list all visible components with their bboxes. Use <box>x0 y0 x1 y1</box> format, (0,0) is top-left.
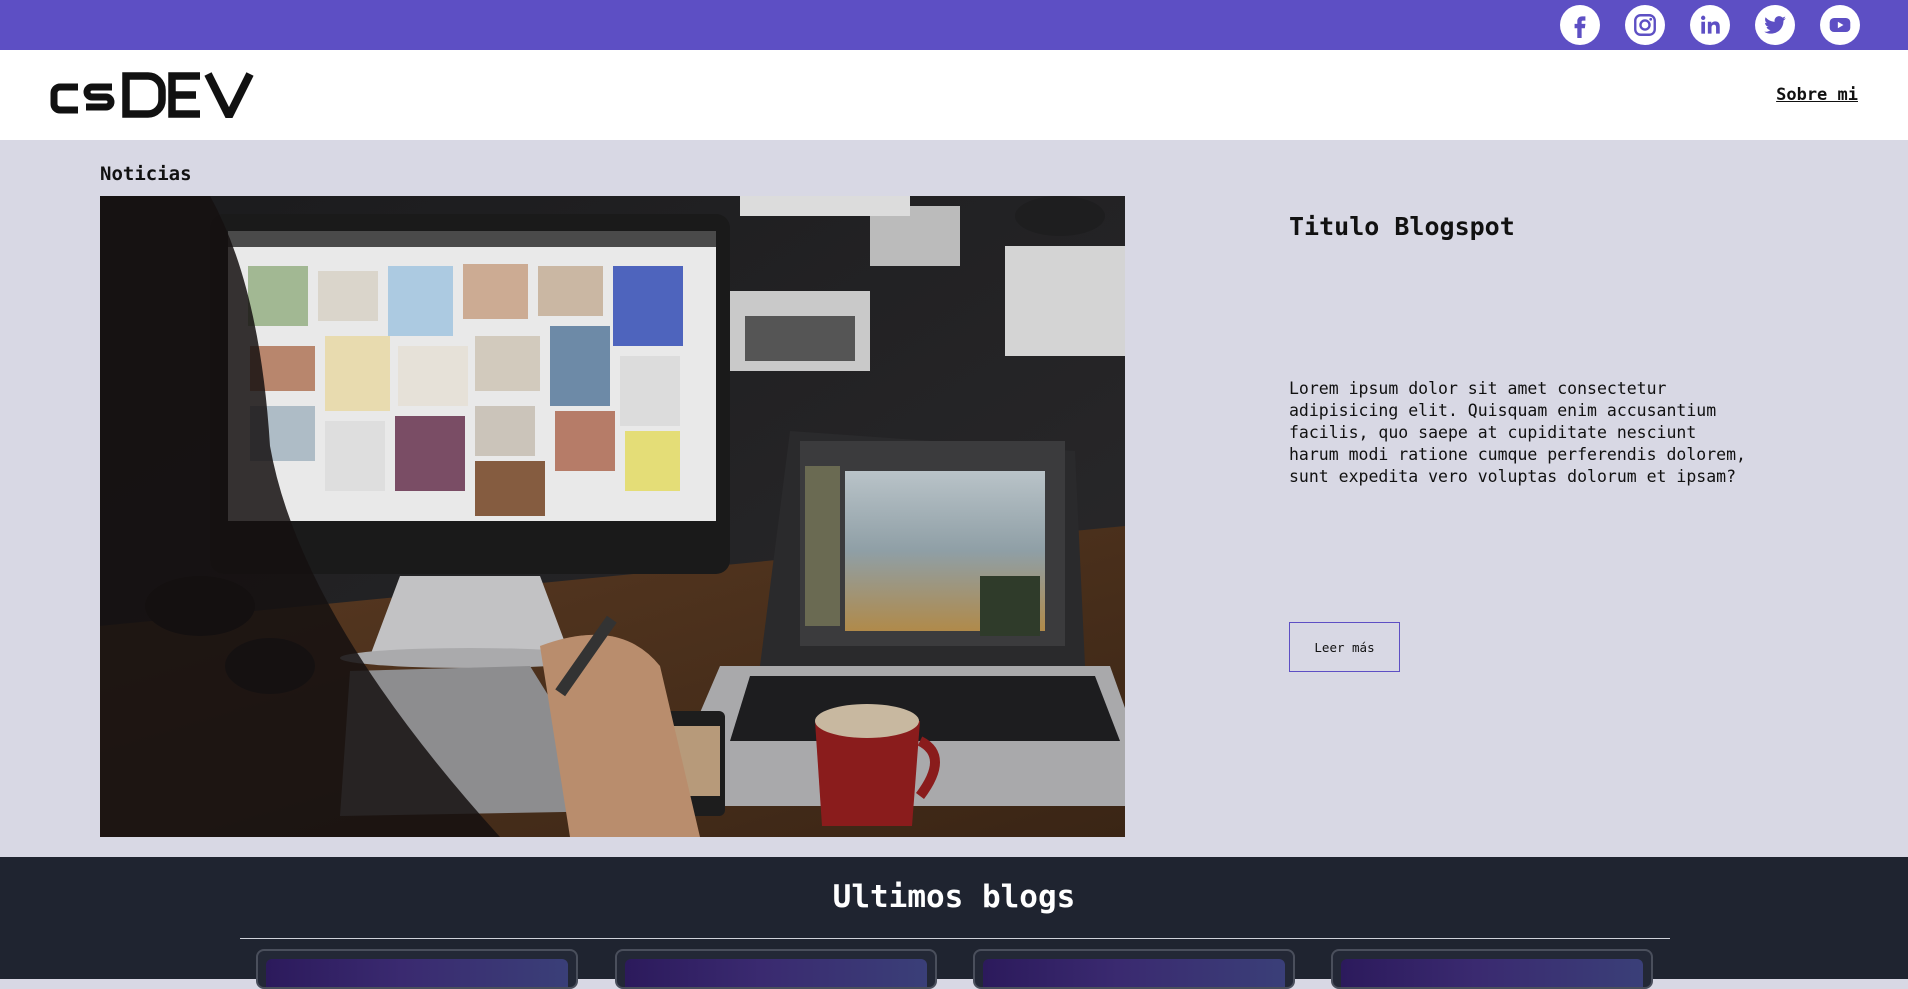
logo-icon <box>50 72 254 118</box>
youtube-icon[interactable] <box>1820 5 1860 45</box>
linkedin-icon[interactable] <box>1690 5 1730 45</box>
blog-card-thumbnail <box>983 959 1285 987</box>
latest-blogs-title: Ultimos blogs <box>832 879 1076 915</box>
nav-link-sobre-mi[interactable]: Sobre mi <box>1776 85 1858 105</box>
latest-blogs-section: Ultimos blogs <box>0 857 1908 989</box>
instagram-icon[interactable] <box>1625 5 1665 45</box>
social-bar <box>0 0 1908 50</box>
divider <box>240 938 1670 939</box>
blog-card[interactable] <box>256 949 578 989</box>
post-excerpt: Lorem ipsum dolor sit amet consectetur a… <box>1289 379 1746 486</box>
blog-card[interactable] <box>1331 949 1653 989</box>
main-navbar: Sobre mi <box>0 50 1908 140</box>
section-label: Noticias <box>100 163 192 185</box>
site-logo[interactable] <box>50 71 272 119</box>
twitter-icon[interactable] <box>1755 5 1795 45</box>
featured-post-image[interactable] <box>100 196 1125 837</box>
facebook-icon[interactable] <box>1560 5 1600 45</box>
blog-card-thumbnail <box>1341 959 1643 987</box>
blog-card-thumbnail <box>625 959 927 987</box>
featured-news-section: Noticias Titulo Blogspot Lorem ipsum dol… <box>0 140 1908 857</box>
post-title: Titulo Blogspot <box>1289 212 1515 241</box>
blog-card-thumbnail <box>266 959 568 987</box>
read-more-button[interactable]: Leer más <box>1289 622 1400 672</box>
blog-card[interactable] <box>615 949 937 989</box>
blog-card[interactable] <box>973 949 1295 989</box>
